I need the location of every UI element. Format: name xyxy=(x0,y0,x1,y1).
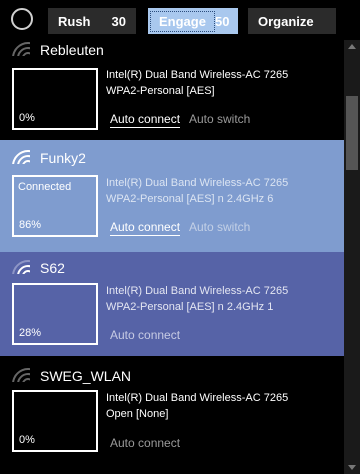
network-item-funky2[interactable]: Funky2 Connected 86% Intel(R) Dual Band … xyxy=(0,140,344,252)
network-info: Intel(R) Dual Band Wireless-AC 7265 WPA2… xyxy=(106,283,288,315)
tab-rush-label: Rush xyxy=(58,13,91,29)
signal-percent: 0% xyxy=(19,434,35,446)
scroll-up-arrow-icon[interactable] xyxy=(348,44,356,49)
network-item-rebleuten[interactable]: Rebleuten 0% Intel(R) Dual Band Wireless… xyxy=(0,40,344,140)
scroll-down-arrow-icon[interactable] xyxy=(348,465,356,470)
auto-connect-link[interactable]: Auto connect xyxy=(110,436,180,450)
adapter-name: Intel(R) Dual Band Wireless-AC 7265 xyxy=(106,177,289,189)
security-info: WPA2-Personal [AES] n 2.4GHz 6 xyxy=(106,193,274,205)
tab-engage[interactable]: Engage 50 xyxy=(148,8,238,34)
auto-switch-link[interactable]: Auto switch xyxy=(189,112,250,126)
network-ssid: SWEG_WLAN xyxy=(40,368,132,384)
signal-percent: 28% xyxy=(19,327,42,339)
tab-organize-label: Organize xyxy=(258,13,314,29)
security-info: WPA2-Personal [AES] xyxy=(106,85,215,97)
security-info: Open [None] xyxy=(106,408,169,420)
connect-tile[interactable]: 0% xyxy=(12,68,98,130)
auto-connect-link[interactable]: Auto connect xyxy=(110,112,181,128)
tab-rush[interactable]: Rush 30 xyxy=(48,8,136,34)
tab-organize[interactable]: Organize xyxy=(248,8,336,34)
scrollbar-thumb[interactable] xyxy=(346,96,358,170)
network-item-s62[interactable]: S62 28% Intel(R) Dual Band Wireless-AC 7… xyxy=(0,252,344,356)
network-item-sweg-wlan[interactable]: SWEG_WLAN 0% Intel(R) Dual Band Wireless… xyxy=(0,356,344,474)
connection-status: Connected xyxy=(18,181,72,193)
connect-tile[interactable]: 28% xyxy=(12,283,98,345)
scrollbar[interactable] xyxy=(344,40,360,474)
connect-tile[interactable]: 0% xyxy=(12,390,98,452)
network-ssid: Rebleuten xyxy=(40,42,104,58)
network-ssid: S62 xyxy=(40,260,65,276)
adapter-name: Intel(R) Dual Band Wireless-AC 7265 xyxy=(106,69,289,81)
auto-connect-link[interactable]: Auto connect xyxy=(110,220,181,236)
tab-engage-label: Engage xyxy=(150,10,215,32)
adapter-name: Intel(R) Dual Band Wireless-AC 7265 xyxy=(106,392,289,404)
wifi-signal-icon xyxy=(12,42,30,56)
auto-connect-link[interactable]: Auto connect xyxy=(110,328,180,342)
tab-engage-count: 50 xyxy=(214,13,230,29)
signal-percent: 0% xyxy=(19,112,35,124)
network-info: Intel(R) Dual Band Wireless-AC 7265 WPA2… xyxy=(106,67,288,99)
adapter-name: Intel(R) Dual Band Wireless-AC 7265 xyxy=(106,285,289,297)
tab-rush-count: 30 xyxy=(111,13,126,29)
network-ssid: Funky2 xyxy=(40,150,86,166)
network-info: Intel(R) Dual Band Wireless-AC 7265 WPA2… xyxy=(106,175,288,207)
auto-switch-link[interactable]: Auto switch xyxy=(189,220,250,234)
signal-percent: 86% xyxy=(19,219,42,231)
disconnect-tile[interactable]: Connected 86% xyxy=(12,175,98,237)
network-info: Intel(R) Dual Band Wireless-AC 7265 Open… xyxy=(106,390,288,422)
wifi-signal-icon xyxy=(12,260,30,274)
security-info: WPA2-Personal [AES] n 2.4GHz 1 xyxy=(106,301,274,313)
top-bar: Rush 30 Engage 50 Organize xyxy=(0,0,360,40)
circle-menu-button[interactable] xyxy=(11,8,33,30)
wifi-signal-icon xyxy=(12,368,30,382)
wifi-signal-icon xyxy=(12,150,30,164)
